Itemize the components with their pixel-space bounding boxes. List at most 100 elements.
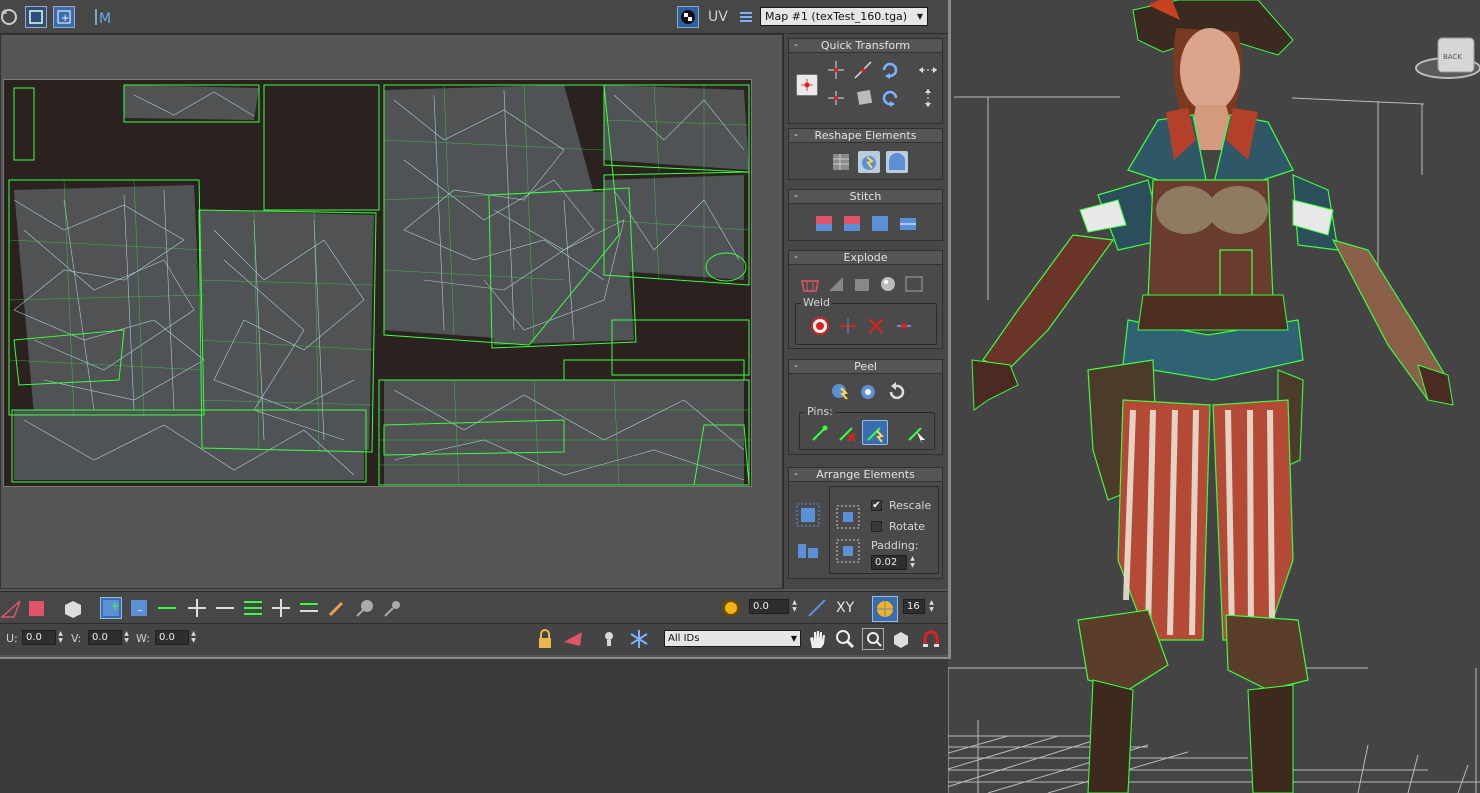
loop-icon[interactable] [156,597,178,619]
list-icon[interactable] [735,6,757,28]
space-vertical-icon[interactable] [917,87,939,109]
enlarge-brush-icon[interactable] [354,597,376,619]
rotate-checkbox[interactable] [871,521,882,532]
weld-edges-icon[interactable] [865,315,887,337]
weld-all-icon[interactable] [893,315,915,337]
straighten-selection-icon[interactable] [830,151,852,173]
break-icon[interactable] [799,273,821,295]
auto-pin-icon[interactable] [862,420,888,445]
stitch-to-target-icon[interactable] [813,212,835,234]
rollout-header[interactable]: - Stitch [789,189,942,204]
collapse-toggle[interactable]: - [794,128,798,141]
weld-target-icon[interactable] [809,315,831,337]
soft-selection-falloff-input[interactable]: 0.0 [749,599,789,614]
checker-map-icon[interactable] [677,6,699,28]
padding-spinner-arrows[interactable]: ▲ ▼ [908,555,917,570]
face-select-icon[interactable] [25,597,47,619]
pin-icon[interactable] [809,422,831,444]
grow-ring-icon[interactable] [270,597,292,619]
lock-icon[interactable] [534,628,556,650]
reset-peel-icon[interactable] [885,380,907,402]
stitch-average-icon[interactable] [841,212,863,234]
relax-icon[interactable] [858,151,880,173]
stitch-custom-icon[interactable] [897,212,919,234]
shrink-ring-icon[interactable] [298,597,320,619]
align-horizontal-icon[interactable] [825,87,847,109]
rotate-ccw-icon[interactable] [879,87,901,109]
pack-normalize-icon[interactable] [795,502,821,528]
paint-select-icon[interactable] [326,597,348,619]
element-select-icon[interactable] [62,597,84,619]
pack-custom-icon[interactable] [835,504,861,530]
collapse-toggle[interactable]: - [794,467,798,480]
unpin-icon[interactable] [836,422,858,444]
shrink-select-icon[interactable]: – [128,597,150,619]
pan-hand-icon[interactable] [806,628,828,650]
grow-loop-icon[interactable] [186,597,208,619]
w-spinner-arrows[interactable]: ▲ ▼ [189,630,198,645]
uv-canvas[interactable] [0,34,783,589]
character-model[interactable] [971,0,1454,793]
v-spinner-arrows[interactable]: ▲ ▼ [122,630,131,645]
rollout-header[interactable]: - Peel [789,359,942,374]
zoom-extents-icon[interactable] [890,628,912,650]
align-vertical-icon[interactable] [825,59,847,81]
rollout-header[interactable]: - Explode [789,250,942,265]
pack-custom-rotate-icon[interactable] [835,538,861,564]
filter-selected-faces-icon[interactable] [562,628,584,650]
u-spinner-arrows[interactable]: ▲ ▼ [56,630,65,645]
collapse-toggle[interactable]: - [794,189,798,202]
set-pivot-icon[interactable] [796,74,818,96]
align-diagonal-icon[interactable] [852,59,874,81]
flatten-icon[interactable] [851,273,873,295]
grid-value-input[interactable]: 16 [903,599,925,614]
map-select[interactable]: Map #1 (texTest_160.tga) ▼ [760,7,928,26]
freeze-icon[interactable] [628,628,650,650]
vertex-select-icon[interactable] [0,597,22,619]
sphere-icon[interactable] [877,273,899,295]
falloff-line-icon[interactable] [806,597,828,619]
pack-together-icon[interactable] [795,536,821,562]
collapse-toggle[interactable]: - [794,38,798,51]
hide-icon[interactable] [598,628,620,650]
padding-input[interactable]: 0.02 [871,555,907,570]
space-horizontal-icon[interactable] [917,59,939,81]
viewcube[interactable]: BACK [1415,37,1480,79]
shrink-loop-icon[interactable] [214,597,236,619]
detach-icon[interactable] [825,273,847,295]
v-input[interactable]: 0.0 [88,630,122,645]
grow-select-icon[interactable]: + [100,597,122,619]
material-id-select[interactable]: All IDs ▼ [664,630,801,647]
collapse-toggle[interactable]: - [794,359,798,372]
grid-snap-icon[interactable] [872,596,898,622]
grid-spinner-arrows[interactable]: ▲ ▼ [927,599,936,614]
relax-until-flat-icon[interactable] [886,151,908,173]
peel-mode-icon[interactable] [857,380,879,402]
rescale-checkbox[interactable]: ✔ [871,500,882,511]
collapse-toggle[interactable]: - [794,250,798,263]
select-mode-icon[interactable]: + [53,6,75,28]
stitch-to-source-icon[interactable] [869,212,891,234]
rotate-icon[interactable] [0,6,20,28]
perspective-viewport[interactable]: BACK [948,0,1480,793]
rollout-header[interactable]: - Reshape Elements [789,128,942,143]
rotate-cw-icon[interactable] [879,59,901,81]
mirror-icon[interactable]: M [92,6,114,28]
u-input[interactable]: 0.0 [22,630,56,645]
axis-label[interactable]: XY [836,600,854,616]
rollout-header[interactable]: - Arrange Elements [789,467,942,482]
snap-magnet-icon[interactable] [920,628,942,650]
shrink-brush-icon[interactable] [382,597,404,619]
select-pins-icon[interactable] [905,422,927,444]
soft-selection-icon[interactable] [720,597,742,619]
straighten-icon[interactable] [852,87,874,109]
freeform-mode-icon[interactable] [25,6,47,28]
zoom-region-icon[interactable] [862,628,884,650]
w-input[interactable]: 0.0 [155,630,189,645]
split-icon[interactable] [903,273,925,295]
falloff-spinner-arrows[interactable]: ▲ ▼ [790,599,799,614]
weld-selected-icon[interactable] [837,315,859,337]
rollout-header[interactable]: - Quick Transform [789,38,942,53]
ring-icon[interactable] [242,597,264,619]
zoom-icon[interactable] [834,628,856,650]
